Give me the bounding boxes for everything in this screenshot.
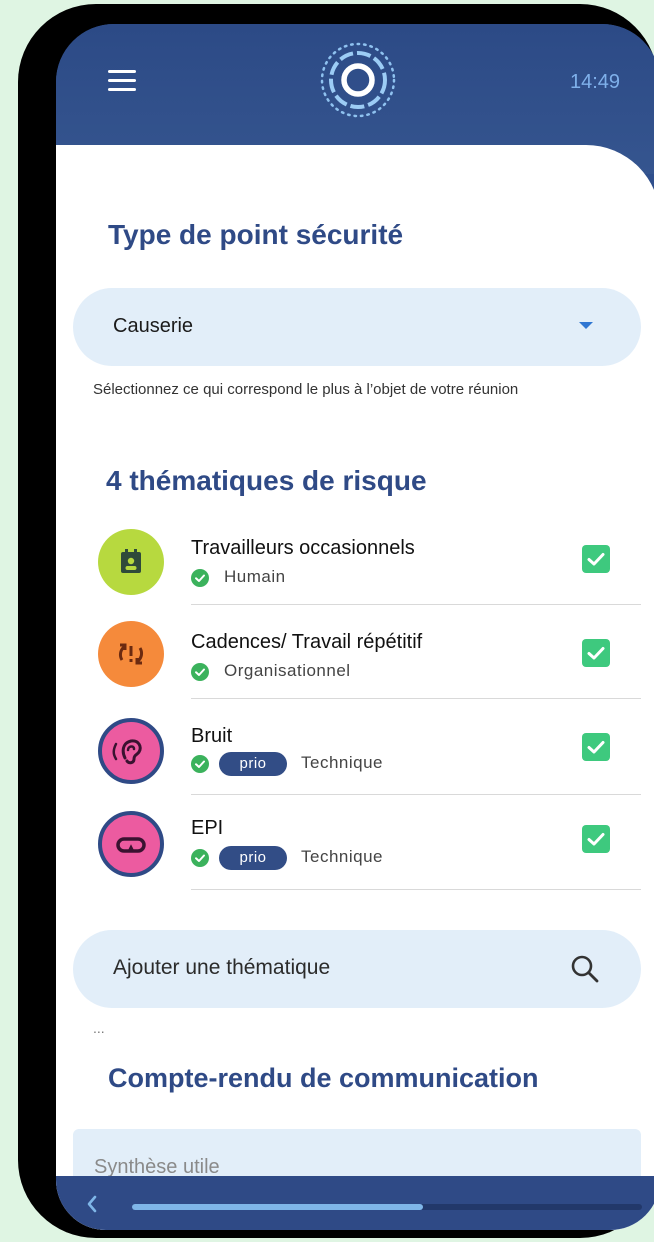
theme-row: Bruit prio Technique (56, 693, 654, 795)
scrollbar-track[interactable] (132, 1204, 642, 1210)
caret-down-icon (579, 322, 593, 329)
safety-point-title: Type de point sécurité (108, 219, 404, 250)
theme-avatar (98, 621, 164, 687)
theme-category: Technique (301, 753, 384, 772)
theme-name: Bruit (191, 725, 233, 747)
theme-meta: Humain (191, 567, 491, 589)
status-time: 14:49 (570, 71, 621, 93)
id-badge-icon (121, 549, 141, 573)
select-value: Causerie (113, 315, 194, 337)
theme-row: Travailleurs occasionnels Humain (56, 505, 654, 605)
chevron-left-icon[interactable] (84, 1193, 100, 1215)
report-title: Compte-rendu de communication (108, 1063, 539, 1093)
theme-avatar (98, 529, 164, 595)
app-screen: 14:49 Type de point sécurité Causerie Sé… (56, 24, 654, 1230)
theme-row: EPI prio Technique (56, 789, 654, 890)
search-icon[interactable] (569, 953, 601, 985)
theme-checkbox[interactable] (582, 639, 610, 667)
bottom-bar (56, 1176, 654, 1230)
theme-row: Cadences/ Travail répétitif Organisation… (56, 599, 654, 699)
phone-frame: 14:49 Type de point sécurité Causerie Sé… (18, 4, 654, 1238)
divider (191, 889, 641, 890)
theme-avatar (98, 718, 164, 784)
theme-meta: prio Technique (191, 752, 491, 776)
dotted-ring-logo-icon (320, 42, 396, 118)
main-content: Type de point sécurité Causerie Sélectio… (56, 145, 654, 1230)
check-circle-icon (191, 755, 209, 773)
check-circle-icon (191, 663, 209, 681)
theme-name: Cadences/ Travail répétitif (191, 631, 423, 653)
theme-meta: prio Technique (191, 846, 491, 870)
theme-category: Technique (301, 847, 384, 866)
priority-badge: prio (219, 846, 287, 870)
add-theme-placeholder: Ajouter une thématique (113, 956, 331, 979)
safety-point-type-select[interactable]: Causerie (73, 288, 641, 366)
theme-name: Travailleurs occasionnels (191, 537, 415, 559)
theme-avatar (98, 811, 164, 877)
check-circle-icon (191, 849, 209, 867)
add-theme-search[interactable]: Ajouter une thématique (73, 930, 641, 1008)
ear-icon (112, 739, 142, 765)
theme-category: Organisationnel (224, 661, 351, 680)
theme-checkbox[interactable] (582, 825, 610, 853)
safety-goggles-icon (116, 837, 146, 853)
check-circle-icon (191, 569, 209, 587)
theme-checkbox[interactable] (582, 733, 610, 761)
repeat-alert-icon (118, 643, 144, 665)
hamburger-menu-icon[interactable] (108, 70, 136, 92)
theme-category: Humain (224, 567, 286, 586)
scrollbar-thumb[interactable] (132, 1204, 423, 1210)
theme-checkbox[interactable] (582, 545, 610, 573)
theme-name: EPI (191, 817, 224, 839)
themes-title: 4 thématiques de risque (106, 465, 427, 496)
priority-badge: prio (219, 752, 287, 776)
helper-text: Sélectionnez ce qui correspond le plus à… (93, 381, 519, 398)
more-indicator: ... (93, 1020, 105, 1036)
theme-meta: Organisationnel (191, 661, 491, 683)
